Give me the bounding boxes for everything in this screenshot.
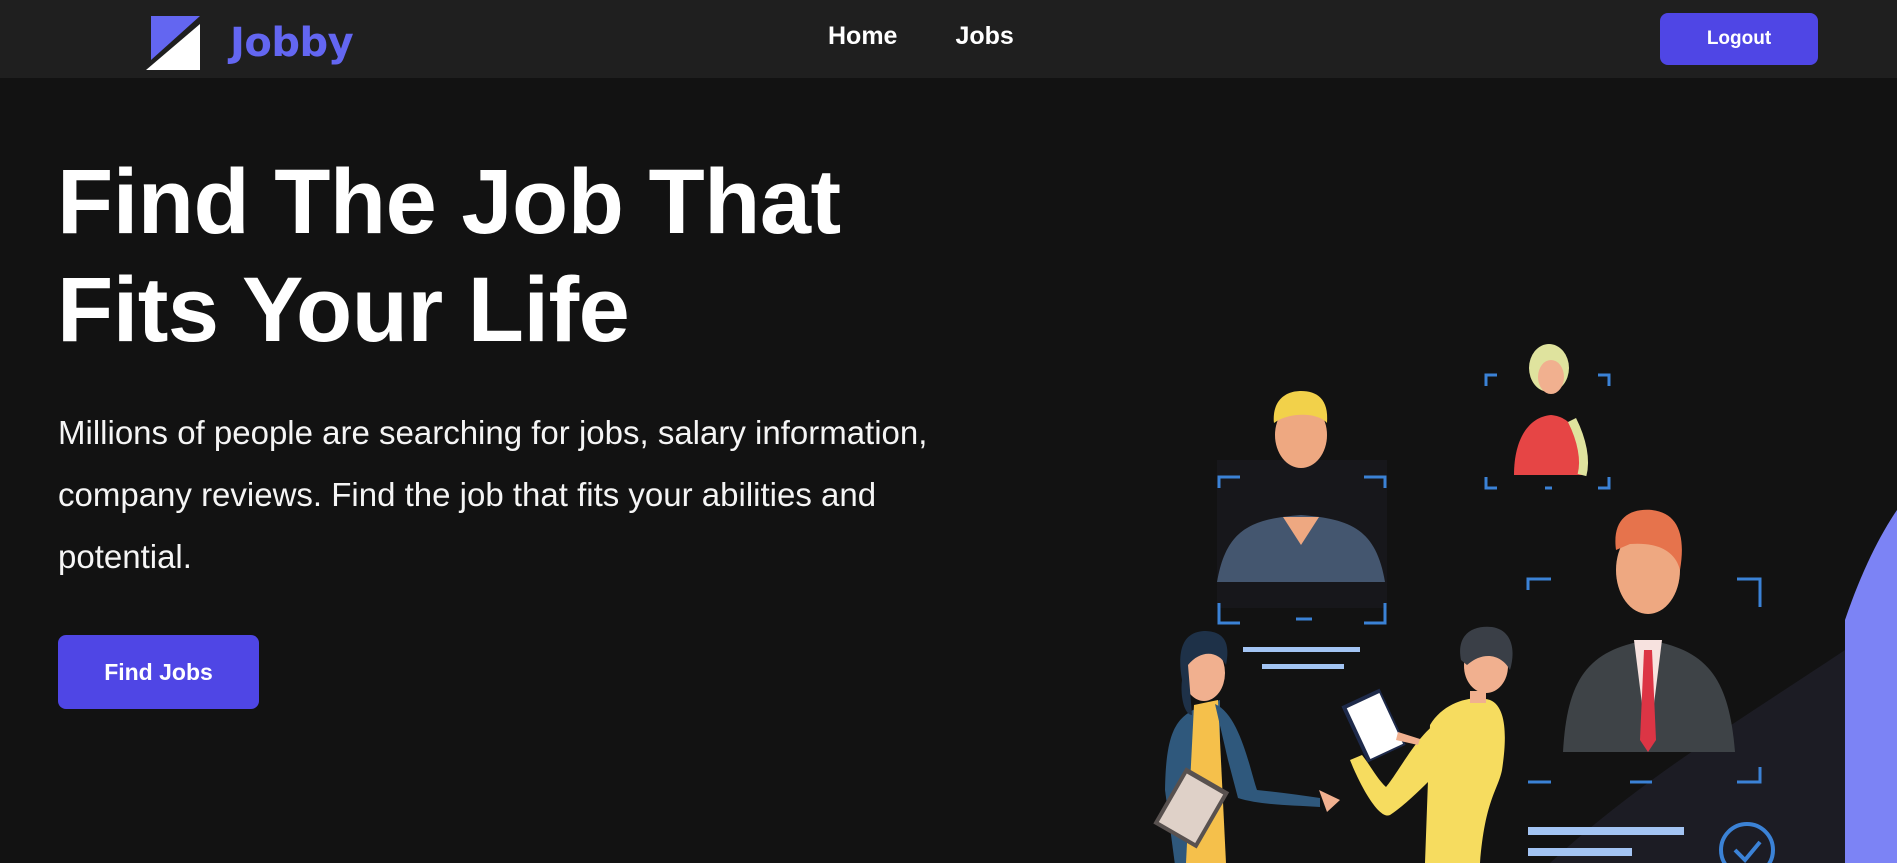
- candidate-card-top: [1484, 344, 1611, 490]
- hero-title: Find The Job That Fits Your Life: [57, 151, 841, 361]
- logo-text: Jobby: [230, 20, 354, 66]
- nav-home-link[interactable]: Home: [828, 22, 897, 51]
- logout-button[interactable]: Logout: [1660, 13, 1818, 65]
- nav-menu: Home Jobs: [828, 22, 1014, 51]
- candidate-card-middle: [1217, 391, 1387, 669]
- find-jobs-button[interactable]: Find Jobs: [58, 635, 259, 709]
- nav-jobs-link[interactable]: Jobs: [955, 22, 1013, 51]
- recruitment-illustration: [1153, 344, 1897, 863]
- logo-link[interactable]: Jobby: [146, 16, 354, 70]
- hero-description: Millions of people are searching for job…: [58, 414, 928, 575]
- jobby-logo-icon: [146, 16, 200, 70]
- man-in-yellow: [1341, 626, 1513, 863]
- navbar: Jobby Home Jobs Logout: [0, 0, 1897, 78]
